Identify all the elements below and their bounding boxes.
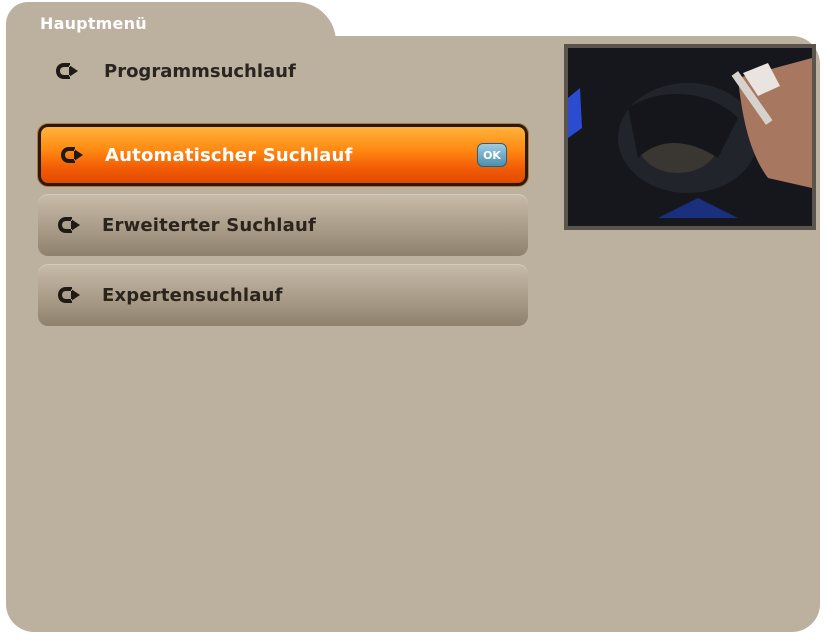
menu-item-extended-search[interactable]: Erweiterter Suchlauf [38,194,528,256]
arrow-icon [58,287,80,303]
submenu-header: Programmsuchlauf [56,58,296,84]
menu-item-expert-search[interactable]: Expertensuchlauf [38,264,528,326]
menu-item-label: Erweiterter Suchlauf [102,214,317,236]
arrow-icon [61,147,83,163]
breadcrumb: Hauptmenü [40,14,147,33]
tv-menu-screen: Hauptmenü Programmsuchlauf Automatischer… [0,0,829,640]
menu-item-automatic-search[interactable]: Automatischer Suchlauf OK [38,124,528,186]
ok-badge-icon: OK [477,143,507,167]
video-preview [564,44,816,230]
search-menu: Automatischer Suchlauf OK Erweiterter Su… [38,124,528,334]
page-title: Programmsuchlauf [104,60,296,82]
menu-item-label: Automatischer Suchlauf [105,144,353,166]
video-frame [568,48,812,226]
arrow-icon [56,63,78,79]
menu-item-label: Expertensuchlauf [102,284,283,306]
arrow-icon [58,217,80,233]
